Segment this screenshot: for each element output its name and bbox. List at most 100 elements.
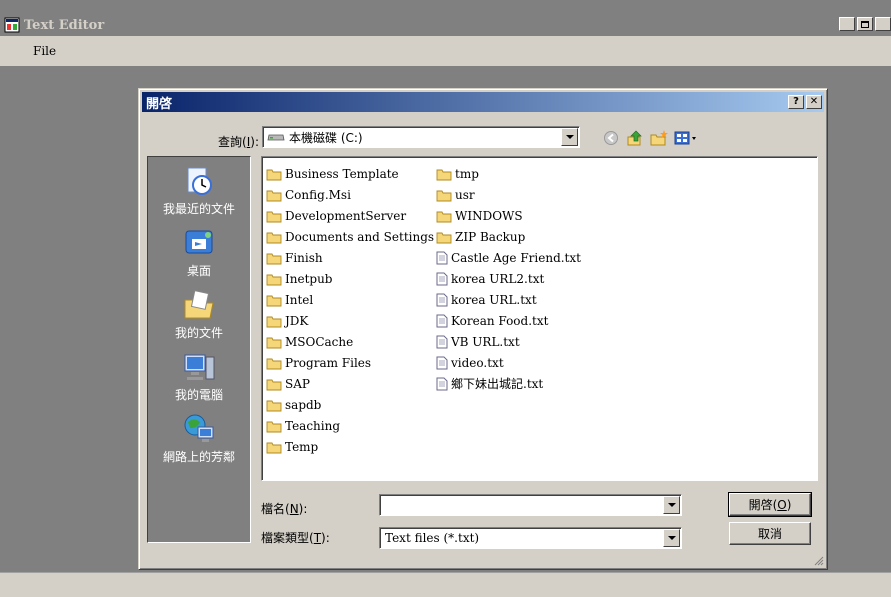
folder-item[interactable]: usr <box>436 184 581 205</box>
file-item[interactable]: video.txt <box>436 352 581 373</box>
look-in-dropdown-arrow[interactable] <box>561 128 578 146</box>
folder-item[interactable]: JDK <box>266 310 434 331</box>
minimize-icon: _ <box>844 18 850 29</box>
folder-icon <box>266 167 285 181</box>
folder-item[interactable]: Documents and Settings <box>266 226 434 247</box>
item-label: Intel <box>285 292 314 307</box>
folder-item[interactable]: SAP <box>266 373 434 394</box>
look-in-value: 本機磁碟 (C:) <box>289 130 363 145</box>
app-titlebar[interactable]: Text Editor _ ✕ <box>0 14 891 36</box>
file-item[interactable]: korea URL.txt <box>436 289 581 310</box>
folder-item[interactable]: MSOCache <box>266 331 434 352</box>
folder-item[interactable]: Inetpub <box>266 268 434 289</box>
folder-icon <box>266 356 285 370</box>
size-grip-icon[interactable] <box>812 554 824 566</box>
folder-icon <box>266 272 285 286</box>
item-label: Inetpub <box>285 271 333 286</box>
item-label: Teaching <box>285 418 341 433</box>
maximize-icon <box>861 20 869 28</box>
folder-icon <box>266 440 285 454</box>
up-folder-button[interactable] <box>625 129 645 147</box>
dialog-titlebar[interactable]: 開啓 ? ✕ <box>142 92 824 112</box>
item-label: Documents and Settings <box>285 229 435 244</box>
item-label: ZIP Backup <box>455 229 526 244</box>
folder-icon <box>266 251 285 265</box>
folder-column: Business Template Config.Msi DevelopmentSe… <box>266 163 434 457</box>
look-in-label: 查詢(I): <box>218 135 259 149</box>
folder-item[interactable]: Business Template <box>266 163 434 184</box>
back-button[interactable] <box>601 129 621 147</box>
look-in-dropdown[interactable]: 本機磁碟 (C:) <box>262 126 580 148</box>
item-label: Business Template <box>285 166 399 181</box>
item-label: Temp <box>285 439 319 454</box>
item-label: VB URL.txt <box>451 334 520 349</box>
folder-icon <box>436 230 455 244</box>
close-window-button[interactable]: ✕ <box>875 17 891 31</box>
folder-item[interactable]: tmp <box>436 163 581 184</box>
item-label: Korean Food.txt <box>451 313 549 328</box>
file-item[interactable]: Korean Food.txt <box>436 310 581 331</box>
item-label: Finish <box>285 250 323 265</box>
folder-item[interactable]: sapdb <box>266 394 434 415</box>
place-my-computer[interactable]: 我的電腦 <box>148 351 250 403</box>
file-name-combo[interactable] <box>379 494 682 516</box>
item-label: korea URL.txt <box>451 292 537 307</box>
folder-item[interactable]: Finish <box>266 247 434 268</box>
close-icon: ✕ <box>879 18 887 29</box>
folder-item[interactable]: ZIP Backup <box>436 226 581 247</box>
file-name-label: 檔名(N): <box>261 502 308 516</box>
folder-item[interactable]: Program Files <box>266 352 434 373</box>
help-button[interactable]: ? <box>788 95 804 109</box>
recent-documents-icon <box>187 167 212 195</box>
folder-icon <box>266 377 285 391</box>
menu-bar: File <box>0 36 891 66</box>
cancel-button[interactable]: 取消 <box>729 522 811 545</box>
new-folder-icon <box>650 130 668 146</box>
up-folder-icon <box>627 130 642 146</box>
file-type-dropdown-arrow[interactable] <box>663 529 680 547</box>
text-file-icon <box>436 377 451 391</box>
file-name-dropdown-arrow[interactable] <box>663 496 680 514</box>
maximize-button[interactable] <box>857 17 873 31</box>
menu-file[interactable]: File <box>33 44 56 58</box>
file-item[interactable]: Castle Age Friend.txt <box>436 247 581 268</box>
file-name-input[interactable] <box>383 496 663 514</box>
folder-item[interactable]: Config.Msi <box>266 184 434 205</box>
dialog-close-button[interactable]: ✕ <box>806 95 822 109</box>
places-bar: 我最近的文件 桌面 我的文件 我的電腦 網路上的芳鄰 <box>147 156 251 543</box>
folder-item[interactable]: Teaching <box>266 415 434 436</box>
app-icon <box>4 17 20 33</box>
item-label: WINDOWS <box>455 208 523 223</box>
folder-item[interactable]: Intel <box>266 289 434 310</box>
folder-icon <box>266 335 285 349</box>
file-item[interactable]: 鄉下妹出城記.txt <box>436 373 581 394</box>
file-list[interactable]: Business Template Config.Msi DevelopmentSe… <box>261 156 818 481</box>
folder-icon <box>436 209 455 223</box>
file-type-dropdown[interactable]: Text files (*.txt) <box>379 527 682 549</box>
file-type-value: Text files (*.txt) <box>385 531 480 545</box>
item-label: video.txt <box>451 355 504 370</box>
open-button[interactable]: 開啓(O) <box>728 492 812 517</box>
minimize-button[interactable]: _ <box>839 17 855 31</box>
folder-icon <box>266 209 285 223</box>
item-label: Program Files <box>285 355 372 370</box>
folder-icon <box>266 314 285 328</box>
new-folder-button[interactable] <box>649 129 669 147</box>
back-arrow-icon <box>604 131 618 145</box>
folder-item[interactable]: Temp <box>266 436 434 457</box>
place-desktop[interactable]: 桌面 <box>148 227 250 279</box>
folder-item[interactable]: DevelopmentServer <box>266 205 434 226</box>
app-title: Text Editor <box>24 17 105 33</box>
item-label: tmp <box>455 166 479 181</box>
folder-item[interactable]: WINDOWS <box>436 205 581 226</box>
text-file-icon <box>436 314 451 328</box>
folder-column: tmp usr WINDOWS ZIP Backup Castle Age Friend… <box>436 163 581 394</box>
place-my-documents[interactable]: 我的文件 <box>148 289 250 341</box>
folder-icon <box>266 188 285 202</box>
place-recent-documents[interactable]: 我最近的文件 <box>148 165 250 217</box>
view-menu-button[interactable] <box>673 129 699 147</box>
file-item[interactable]: korea URL2.txt <box>436 268 581 289</box>
file-item[interactable]: VB URL.txt <box>436 331 581 352</box>
place-network-places[interactable]: 網路上的芳鄰 <box>148 413 250 465</box>
text-file-icon <box>436 272 451 286</box>
